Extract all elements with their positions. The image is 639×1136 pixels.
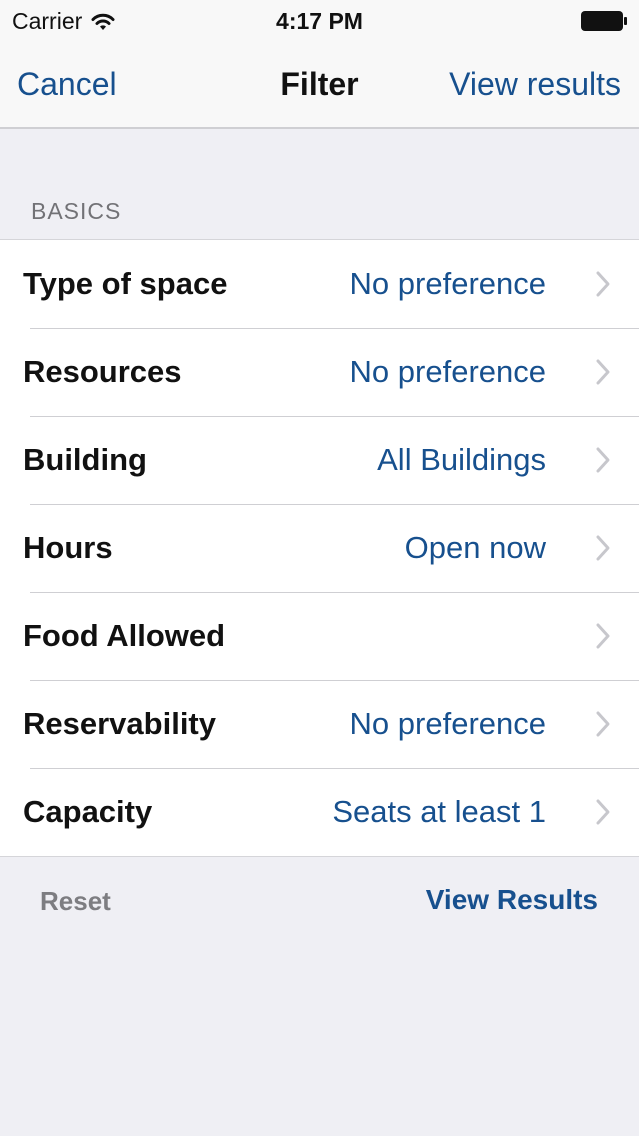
row-label: Hours bbox=[23, 530, 113, 565]
chevron-right-icon bbox=[596, 359, 610, 385]
filter-row-resources[interactable]: Resources No preference bbox=[0, 328, 639, 416]
view-results-nav-button[interactable]: View results bbox=[449, 66, 621, 103]
row-label: Capacity bbox=[23, 794, 153, 829]
chevron-right-icon bbox=[596, 623, 610, 649]
chevron-right-icon bbox=[596, 535, 610, 561]
filter-row-hours[interactable]: Hours Open now bbox=[0, 504, 639, 592]
row-value: No preference bbox=[349, 354, 546, 389]
filter-row-capacity[interactable]: Capacity Seats at least 1 bbox=[0, 768, 639, 856]
row-value: All Buildings bbox=[377, 442, 546, 477]
row-value: No preference bbox=[349, 706, 546, 741]
row-label: Type of space bbox=[23, 266, 228, 301]
filter-row-type-of-space[interactable]: Type of space No preference bbox=[0, 240, 639, 328]
reset-button[interactable]: Reset bbox=[40, 886, 111, 917]
chevron-right-icon bbox=[596, 447, 610, 473]
chevron-right-icon bbox=[596, 271, 610, 297]
row-label: Reservability bbox=[23, 706, 216, 741]
status-time: 4:17 PM bbox=[276, 8, 363, 34]
row-label: Food Allowed bbox=[23, 618, 226, 653]
chevron-right-icon bbox=[596, 711, 610, 737]
row-label: Resources bbox=[23, 354, 182, 389]
view-results-button[interactable]: View Results bbox=[426, 884, 598, 916]
row-value: Seats at least 1 bbox=[332, 794, 546, 829]
row-label: Building bbox=[23, 442, 147, 477]
cancel-button[interactable]: Cancel bbox=[17, 66, 117, 103]
filter-row-food-allowed[interactable]: Food Allowed bbox=[0, 592, 639, 680]
row-value: No preference bbox=[349, 266, 546, 301]
filter-row-building[interactable]: Building All Buildings bbox=[0, 416, 639, 504]
row-value: Open now bbox=[404, 530, 546, 565]
filter-list: Type of space No preference Resources No… bbox=[0, 239, 639, 857]
chevron-right-icon bbox=[596, 799, 610, 825]
filter-row-reservability[interactable]: Reservability No preference bbox=[0, 680, 639, 768]
battery-icon bbox=[581, 11, 627, 31]
section-header-basics: BASICS bbox=[31, 198, 122, 224]
navigation-bar: Carrier 4:17 PM Cancel Filter View resul… bbox=[0, 0, 639, 129]
